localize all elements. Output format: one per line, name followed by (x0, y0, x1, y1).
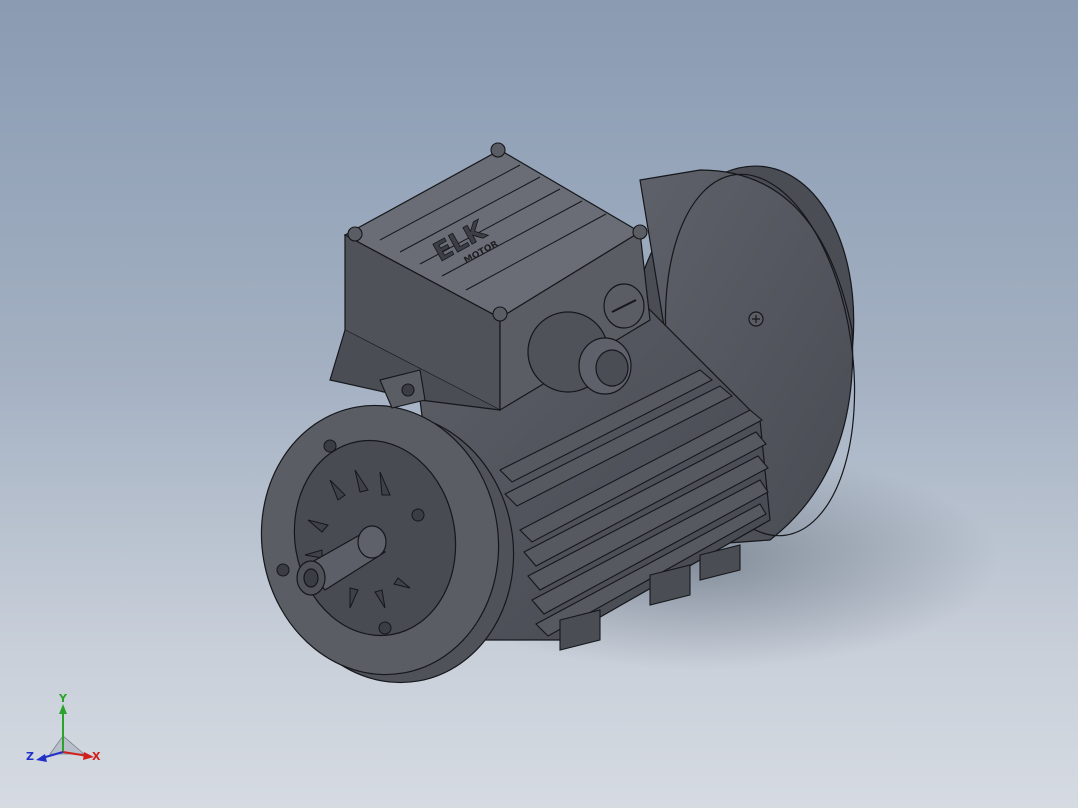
blanking-plug (603, 283, 645, 329)
graphics-viewport[interactable]: ELK MOTOR Y X Z (0, 0, 1078, 808)
orientation-triad[interactable]: Y X Z (26, 692, 106, 774)
motor-model-view[interactable]: ELK MOTOR (0, 0, 1078, 808)
triad-x-label: X (92, 750, 101, 763)
triad-z-label: Z (26, 750, 34, 763)
screw-icon (748, 311, 764, 327)
triad-y-label: Y (59, 692, 67, 705)
